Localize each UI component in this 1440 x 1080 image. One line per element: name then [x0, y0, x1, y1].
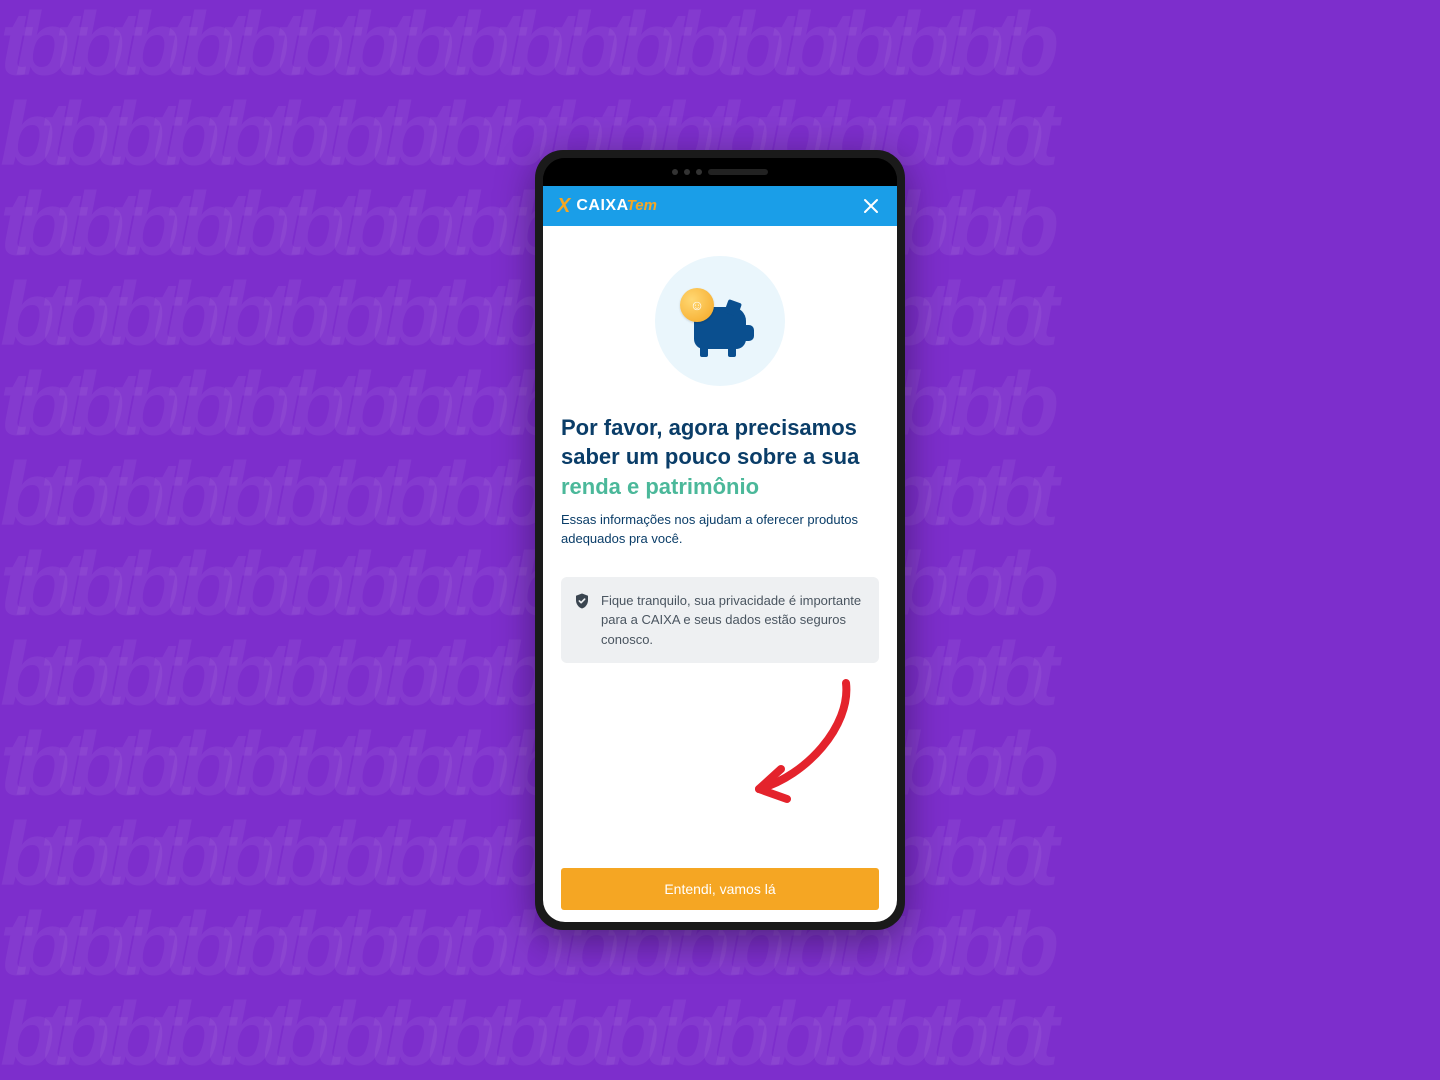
phone-hardware-top — [543, 158, 897, 186]
phone-inner: X CAIXATem — [543, 158, 897, 922]
brand-tem-text: Tem — [627, 197, 657, 214]
app-screen: X CAIXATem — [543, 186, 897, 922]
app-brand: X CAIXATem — [557, 195, 657, 218]
heading-main: Por favor, agora precisamos saber um pou… — [561, 414, 879, 471]
cta-button[interactable]: Entendi, vamos lá — [561, 868, 879, 910]
app-header: X CAIXATem — [543, 186, 897, 226]
piggybank-icon: ☺ — [688, 294, 752, 349]
annotation-arrow — [711, 671, 871, 811]
hero-circle: ☺ — [655, 256, 785, 386]
coin-icon: ☺ — [680, 288, 714, 322]
shield-check-icon — [573, 592, 591, 610]
hero-illustration: ☺ — [561, 256, 879, 386]
brand-caixa-text: CAIXA — [576, 197, 628, 214]
close-button[interactable] — [859, 194, 883, 218]
brand-x-icon: X — [557, 195, 570, 218]
privacy-text: Fique tranquilo, sua privacidade é impor… — [601, 591, 865, 650]
subtext: Essas informações nos ajudam a oferecer … — [561, 510, 879, 549]
screen-content: ☺ Por favor, agora precisamos saber um p… — [543, 226, 897, 922]
privacy-infobox: Fique tranquilo, sua privacidade é impor… — [561, 577, 879, 664]
close-icon — [863, 198, 879, 214]
phone-frame: X CAIXATem — [535, 150, 905, 930]
heading-accent: renda e patrimônio — [561, 473, 879, 502]
spacer — [561, 663, 879, 868]
